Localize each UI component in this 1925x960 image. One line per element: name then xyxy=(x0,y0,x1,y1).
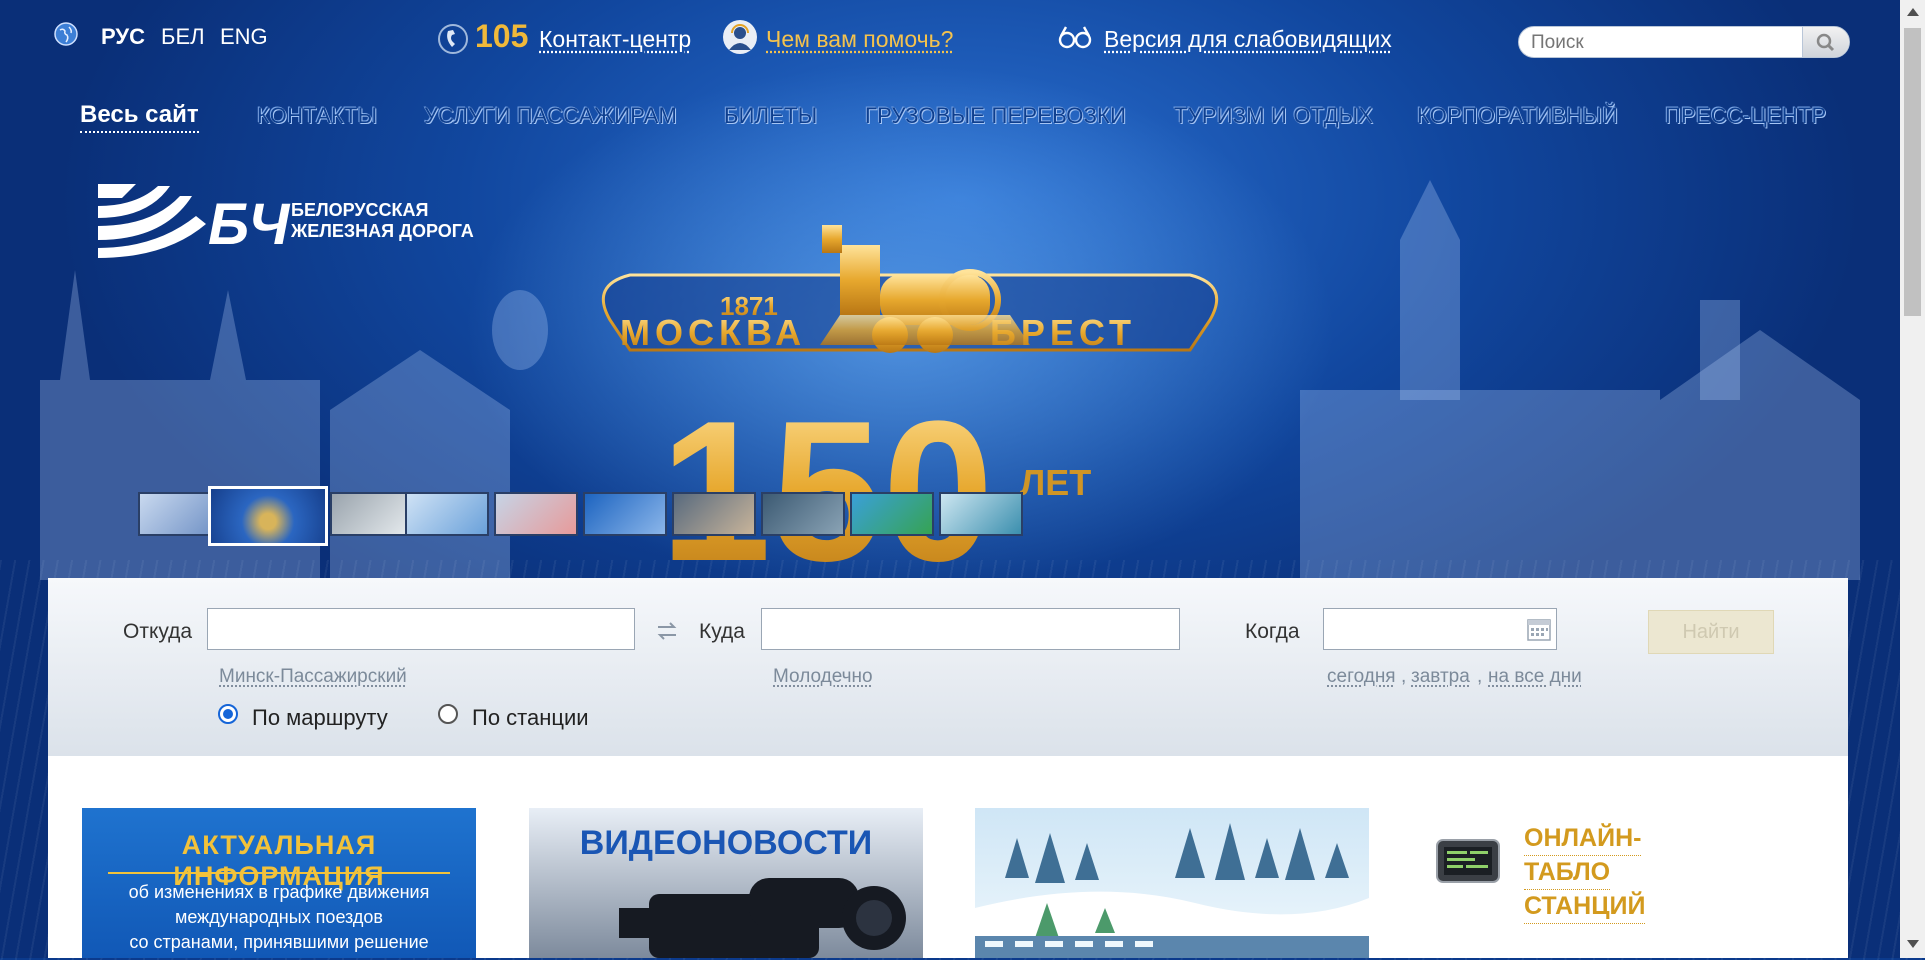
main-navigation: Весь сайт КОНТАКТЫ УСЛУГИ ПАССАЖИРАМ БИЛ… xyxy=(0,95,1900,135)
glasses-icon xyxy=(1058,24,1092,50)
top-bar: РУС БЕЛ ENG 105 Контакт-центр Чем вам по… xyxy=(0,0,1900,78)
from-station-input[interactable] xyxy=(207,608,635,650)
logo-line-1: БЕЛОРУССКАЯ xyxy=(291,200,474,221)
video-camera-icon xyxy=(529,808,923,958)
scrollbar-thumb[interactable] xyxy=(1904,28,1921,316)
calendar-icon[interactable] xyxy=(1526,616,1552,642)
page-scrollbar[interactable] xyxy=(1900,0,1925,958)
globe-icon xyxy=(54,22,78,46)
content-area: АКТУАЛЬНАЯ ИНФОРМАЦИЯ об изменениях в гр… xyxy=(48,756,1848,958)
phone-icon xyxy=(438,22,468,56)
banner-thumbnail[interactable] xyxy=(494,492,578,536)
low-vision-version-link[interactable]: Версия для слабовидящих xyxy=(1104,26,1392,53)
departure-board-icon[interactable] xyxy=(1436,838,1500,886)
online-board-line: СТАНЦИЙ xyxy=(1524,890,1645,924)
nav-item-freight[interactable]: ГРУЗОВЫЕ ПЕРЕВОЗКИ xyxy=(865,103,1126,129)
find-button[interactable]: Найти xyxy=(1648,610,1774,654)
date-input[interactable] xyxy=(1323,608,1557,650)
logo-line-2: ЖЕЛЕЗНАЯ ДОРОГА xyxy=(291,221,474,242)
banner-city-right: БРЕСТ xyxy=(990,312,1136,353)
lang-be-link[interactable]: БЕЛ xyxy=(161,24,205,50)
mode-route-radio[interactable] xyxy=(218,704,238,724)
site-search-input[interactable] xyxy=(1529,29,1803,57)
nav-item-tourism[interactable]: ТУРИЗМ И ОТДЫХ xyxy=(1174,103,1373,129)
date-hint-separator: , xyxy=(1401,666,1406,688)
to-station-input[interactable] xyxy=(761,608,1180,650)
nav-item-press-center[interactable]: ПРЕСС-ЦЕНТР xyxy=(1665,103,1826,129)
logo-title: БЕЛОРУССКАЯ ЖЕЛЕЗНАЯ ДОРОГА xyxy=(291,200,474,242)
nav-item-passenger-services[interactable]: УСЛУГИ ПАССАЖИРАМ xyxy=(424,103,677,129)
banner-thumbnail[interactable] xyxy=(583,492,667,536)
banner-thumbnail[interactable] xyxy=(330,492,414,536)
actual-info-line: со странами, принявшими решение xyxy=(82,930,476,955)
route-search-panel: Откуда Куда Когда Найти Минск-Пассажирск… xyxy=(48,578,1848,756)
online-board-link[interactable]: ОНЛАЙН- ТАБЛО СТАНЦИЙ xyxy=(1524,822,1645,924)
scroll-up-arrow-icon[interactable] xyxy=(1907,8,1919,16)
nav-all-site[interactable]: Весь сайт xyxy=(80,101,199,133)
scroll-down-arrow-icon[interactable] xyxy=(1907,940,1919,948)
mode-station-label[interactable]: По станции xyxy=(472,705,589,731)
swap-stations-icon[interactable] xyxy=(656,622,678,640)
lang-ru-link[interactable]: РУС xyxy=(101,24,145,50)
anniversary-unit: ЛЕТ xyxy=(1020,462,1091,503)
to-hint-link[interactable]: Молодечно xyxy=(773,666,873,688)
site-search-button[interactable] xyxy=(1802,27,1849,57)
mode-station-radio[interactable] xyxy=(438,704,458,724)
phone-number: 105 xyxy=(475,18,528,55)
winter-train-tile[interactable] xyxy=(975,808,1369,958)
from-label: Откуда xyxy=(123,620,192,644)
from-hint-link[interactable]: Минск-Пассажирский xyxy=(219,666,407,688)
date-hint-tomorrow[interactable]: завтра xyxy=(1411,666,1470,688)
nav-item-contacts[interactable]: КОНТАКТЫ xyxy=(257,103,377,129)
actual-info-text: об изменениях в графике движения междуна… xyxy=(82,880,476,955)
mode-route-label[interactable]: По маршруту xyxy=(252,705,388,731)
banner-thumbnail[interactable] xyxy=(405,492,489,536)
divider xyxy=(108,872,450,874)
nav-item-tickets[interactable]: БИЛЕТЫ xyxy=(724,103,817,129)
lang-en-link[interactable]: ENG xyxy=(220,24,268,50)
search-icon xyxy=(1803,27,1849,57)
banner-thumbnail[interactable] xyxy=(672,492,756,536)
banner-thumbnail[interactable] xyxy=(761,492,845,536)
nav-item-corporate[interactable]: КОРПОРАТИВНЫЙ xyxy=(1417,103,1618,129)
logo-mark: БЧ xyxy=(208,192,291,257)
video-news-tile[interactable]: ВИДЕОНОВОСТИ xyxy=(529,808,923,958)
date-hint-today[interactable]: сегодня xyxy=(1327,666,1396,688)
actual-info-line: об изменениях в графике движения xyxy=(82,880,476,905)
help-link[interactable]: Чем вам помочь? xyxy=(766,26,953,53)
banner-thumbnail[interactable] xyxy=(939,492,1023,536)
actual-info-line: международных поездов xyxy=(82,905,476,930)
support-agent-icon xyxy=(723,20,757,54)
date-hint-all-days[interactable]: на все дни xyxy=(1488,666,1582,688)
anniversary-number: 150 xyxy=(660,380,994,570)
actual-info-tile[interactable]: АКТУАЛЬНАЯ ИНФОРМАЦИЯ об изменениях в гр… xyxy=(82,808,476,958)
winter-landscape-illustration xyxy=(975,808,1369,958)
date-hint-separator: , xyxy=(1477,666,1482,688)
contact-center-link[interactable]: Контакт-центр xyxy=(539,26,691,53)
site-search xyxy=(1518,26,1850,58)
online-board-line: ТАБЛО xyxy=(1524,856,1610,890)
banner-thumbnail[interactable] xyxy=(850,492,934,536)
when-label: Когда xyxy=(1245,620,1300,644)
banner-city-left: МОСКВА xyxy=(620,312,806,353)
online-board-line: ОНЛАЙН- xyxy=(1524,822,1641,856)
banner-thumbnail-active[interactable] xyxy=(208,486,328,546)
to-label: Куда xyxy=(699,620,745,644)
